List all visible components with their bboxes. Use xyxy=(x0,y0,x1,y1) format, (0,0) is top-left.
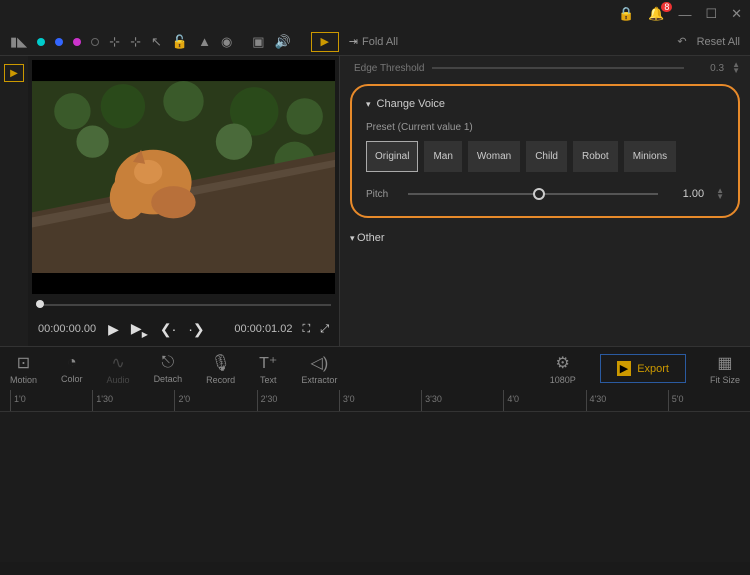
pitch-label: Pitch xyxy=(366,189,396,200)
minimize-icon[interactable]: — xyxy=(678,7,691,22)
edge-threshold-slider[interactable] xyxy=(432,67,684,69)
tool-2-icon[interactable]: ⊹ xyxy=(130,34,141,50)
change-voice-title[interactable]: Change Voice xyxy=(366,98,724,110)
person-icon[interactable]: ▲ xyxy=(198,34,211,49)
extractor-icon: ◁) xyxy=(311,353,329,373)
tool-1-icon[interactable]: ⊹ xyxy=(109,34,120,50)
text-icon: T⁺ xyxy=(259,353,277,373)
marker-gray[interactable] xyxy=(91,38,99,46)
resolution-tool[interactable]: ⚙1080P xyxy=(550,353,576,385)
audio-icon: ∿ xyxy=(111,353,124,373)
preset-minions[interactable]: Minions xyxy=(624,141,676,172)
motion-icon: ⊡ xyxy=(17,353,30,373)
pitch-slider[interactable] xyxy=(408,193,658,195)
current-time: 00:00:00.00 xyxy=(38,323,96,335)
timeline-ruler[interactable]: 1'0 1'30 2'0 2'30 3'0 3'30 4'0 4'30 5'0 xyxy=(0,390,750,412)
preset-label: Preset (Current value 1) xyxy=(366,122,724,133)
play-range-button[interactable]: ▶▶ xyxy=(131,320,148,339)
video-preview[interactable] xyxy=(32,60,335,294)
preset-row: Original Man Woman Child Robot Minions xyxy=(366,141,724,172)
edge-threshold-stepper[interactable]: ▲▼ xyxy=(732,62,740,74)
text-tool[interactable]: T⁺Text xyxy=(259,353,277,385)
change-voice-section: Change Voice Preset (Current value 1) Or… xyxy=(350,84,740,218)
preset-child[interactable]: Child xyxy=(526,141,567,172)
titlebar: 🔒 🔔 — ☐ ✕ xyxy=(0,0,750,28)
fold-all-icon[interactable]: ⇥ xyxy=(349,35,358,48)
export-button[interactable]: ▶Export xyxy=(600,354,686,383)
left-tab-strip: ▶ xyxy=(0,56,28,346)
prev-frame-button[interactable]: ❮· xyxy=(160,321,176,338)
play-button[interactable]: ▶ xyxy=(108,321,119,338)
properties-panel: Edge Threshold 0.3 ▲▼ Change Voice Prese… xyxy=(340,56,750,346)
edge-threshold-value: 0.3 xyxy=(692,63,724,74)
preview-tab-icon[interactable]: ▶ xyxy=(4,64,24,82)
scrub-bar[interactable] xyxy=(28,298,339,312)
gear-icon: ⚙ xyxy=(556,353,570,373)
pitch-stepper[interactable]: ▲▼ xyxy=(716,188,724,200)
marker-blue[interactable] xyxy=(55,38,63,46)
timeline: 1'0 1'30 2'0 2'30 3'0 3'30 4'0 4'30 5'0 xyxy=(0,390,750,562)
marker-magenta[interactable] xyxy=(73,38,81,46)
top-toolbar: ▮◣ ⊹ ⊹ ↖ 🔓 ▲ ◉ ▣ 🔊 ▶ ⇥ Fold All ↶ Reset … xyxy=(0,28,750,56)
library-icon[interactable]: ▮◣ xyxy=(10,34,27,50)
duration-time: 00:00:01.02 xyxy=(234,323,292,335)
bottom-toolbar: ⊡Motion ◔Color ∿Audio ⎋Detach 🎙Record T⁺… xyxy=(0,346,750,390)
other-section[interactable]: Other xyxy=(350,226,740,250)
fold-all-label[interactable]: Fold All xyxy=(362,36,398,48)
notification-icon[interactable]: 🔔 xyxy=(648,6,664,22)
timeline-tracks[interactable] xyxy=(0,412,750,562)
crop-icon[interactable]: ⛶ xyxy=(302,323,310,336)
next-frame-button[interactable]: ·❯ xyxy=(188,321,204,338)
close-icon[interactable]: ✕ xyxy=(731,6,742,22)
edge-threshold-label: Edge Threshold xyxy=(354,63,424,74)
maximize-icon[interactable]: ☐ xyxy=(705,6,717,22)
preset-man[interactable]: Man xyxy=(424,141,461,172)
lock-icon[interactable]: 🔒 xyxy=(618,6,634,22)
audio-tool[interactable]: ∿Audio xyxy=(107,353,130,385)
preset-robot[interactable]: Robot xyxy=(573,141,618,172)
fullscreen-icon[interactable]: ⤢ xyxy=(320,323,329,336)
record-tool[interactable]: 🎙Record xyxy=(206,353,235,385)
panel-tab-icon[interactable]: ▶ xyxy=(311,32,339,52)
camera-icon[interactable]: ▣ xyxy=(252,34,264,50)
volume-icon[interactable]: 🔊 xyxy=(275,34,291,50)
export-icon: ▶ xyxy=(617,361,631,376)
color-tool[interactable]: ◔Color xyxy=(61,354,83,384)
record-icon: 🎙 xyxy=(210,353,230,373)
detach-tool[interactable]: ⎋Detach xyxy=(154,354,183,384)
preset-woman[interactable]: Woman xyxy=(468,141,520,172)
reset-all-label[interactable]: Reset All xyxy=(697,36,740,48)
fit-size-tool[interactable]: ▦Fit Size xyxy=(710,353,740,385)
color-icon: ◔ xyxy=(67,354,77,372)
marker-cyan[interactable] xyxy=(37,38,45,46)
eye-icon[interactable]: ◉ xyxy=(221,34,232,50)
fit-icon: ▦ xyxy=(717,353,732,373)
preset-original[interactable]: Original xyxy=(366,141,418,172)
tool-3-icon[interactable]: ↖ xyxy=(151,34,162,50)
motion-tool[interactable]: ⊡Motion xyxy=(10,353,37,385)
reset-all-icon[interactable]: ↶ xyxy=(677,35,686,48)
detach-icon: ⎋ xyxy=(162,354,175,372)
pitch-value: 1.00 xyxy=(670,188,704,200)
extractor-tool[interactable]: ◁)Extractor xyxy=(301,353,337,385)
lock-tool-icon[interactable]: 🔓 xyxy=(172,34,188,50)
